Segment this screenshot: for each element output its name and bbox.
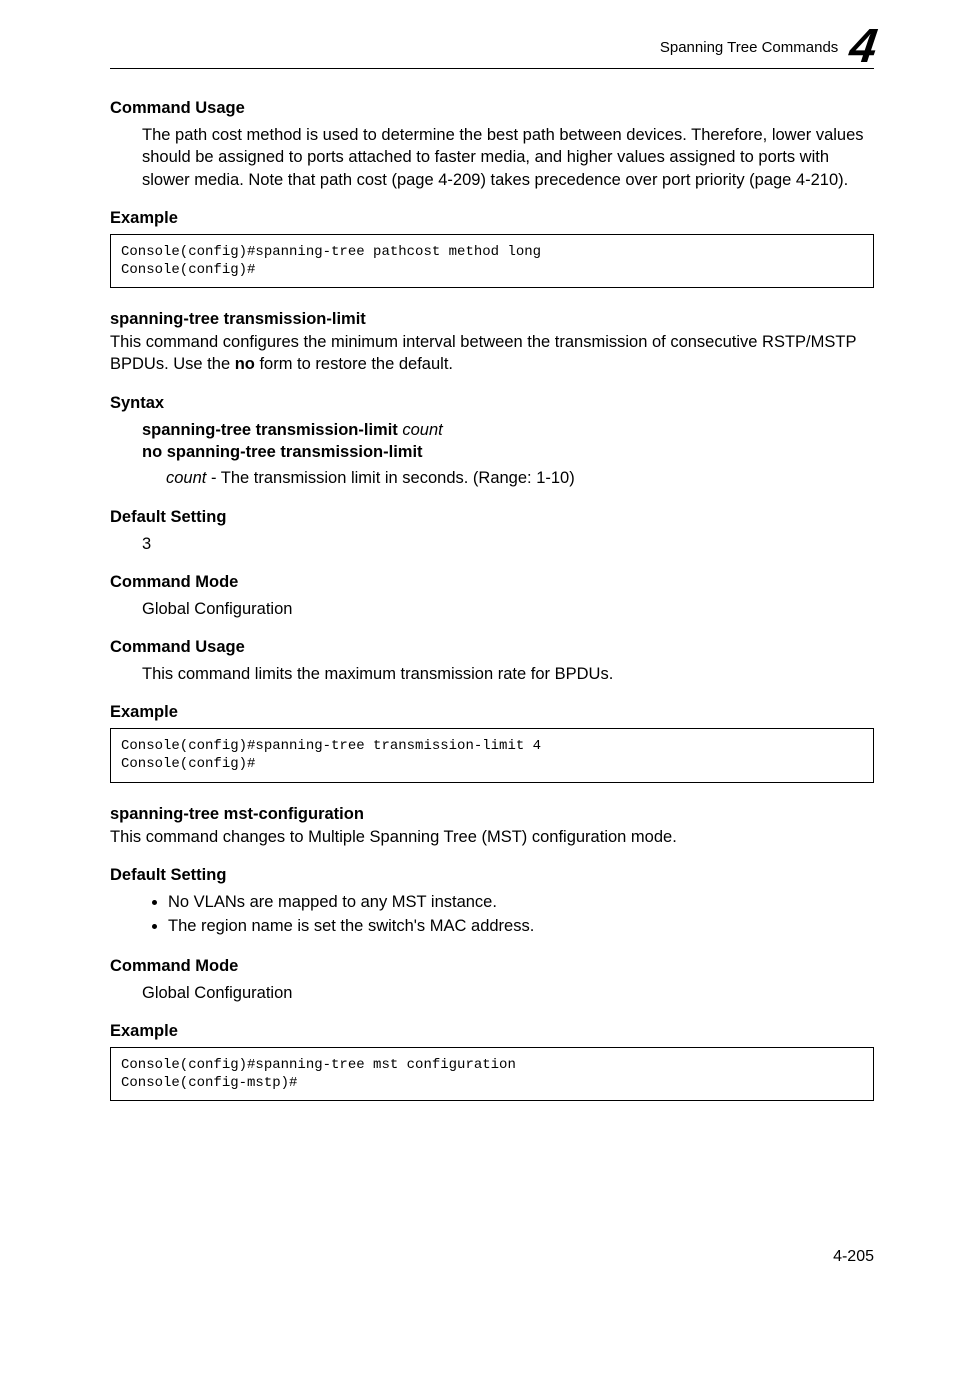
- default-setting-text: 3: [142, 533, 874, 555]
- command-mode-heading: Command Mode: [110, 957, 874, 976]
- example-heading: Example: [110, 703, 874, 722]
- default-setting-heading: Default Setting: [110, 866, 874, 885]
- text-fragment: form to restore the default.: [255, 355, 453, 373]
- command-usage-text: The path cost method is used to determin…: [142, 124, 874, 191]
- running-header: Spanning Tree Commands 4: [660, 28, 874, 66]
- command-usage-heading: Command Usage: [110, 638, 874, 657]
- header-title: Spanning Tree Commands: [660, 39, 838, 56]
- page: Spanning Tree Commands 4 Command Usage T…: [0, 0, 954, 1300]
- section-heading-transmission-limit: spanning-tree transmission-limit: [110, 310, 874, 329]
- command-mode-heading: Command Mode: [110, 573, 874, 592]
- arg-description: count - The transmission limit in second…: [166, 467, 874, 489]
- syntax-arg: count: [402, 421, 442, 439]
- command-usage-text: This command limits the maximum transmis…: [142, 663, 874, 685]
- section-heading-mst-configuration: spanning-tree mst-configuration: [110, 805, 874, 824]
- list-item: No VLANs are mapped to any MST instance.: [168, 891, 874, 915]
- arg-name: count: [166, 469, 206, 487]
- chapter-number: 4: [848, 28, 877, 66]
- page-number: 4-205: [833, 1248, 874, 1266]
- syntax-heading: Syntax: [110, 394, 874, 413]
- text-fragment: This command configures the minimum inte…: [110, 333, 856, 373]
- syntax-line: no spanning-tree transmission-limit: [142, 441, 874, 463]
- section-intro-text: This command changes to Multiple Spannin…: [110, 826, 874, 848]
- syntax-line: spanning-tree transmission-limit count: [142, 419, 874, 441]
- default-setting-list: No VLANs are mapped to any MST instance.…: [110, 891, 874, 939]
- header-rule: [110, 68, 874, 69]
- syntax-block: spanning-tree transmission-limit count n…: [142, 419, 874, 464]
- code-block: Console(config)#spanning-tree transmissi…: [110, 728, 874, 782]
- code-block: Console(config)#spanning-tree mst config…: [110, 1047, 874, 1101]
- code-block: Console(config)#spanning-tree pathcost m…: [110, 234, 874, 288]
- text-keyword-no: no: [235, 355, 255, 373]
- syntax-keyword: spanning-tree transmission-limit: [142, 421, 402, 439]
- default-setting-heading: Default Setting: [110, 508, 874, 527]
- command-mode-text: Global Configuration: [142, 598, 874, 620]
- arg-desc-text: - The transmission limit in seconds. (Ra…: [206, 469, 574, 487]
- command-mode-text: Global Configuration: [142, 982, 874, 1004]
- example-heading: Example: [110, 1022, 874, 1041]
- section-intro-text: This command configures the minimum inte…: [110, 331, 874, 376]
- command-usage-heading: Command Usage: [110, 99, 874, 118]
- example-heading: Example: [110, 209, 874, 228]
- list-item: The region name is set the switch's MAC …: [168, 915, 874, 939]
